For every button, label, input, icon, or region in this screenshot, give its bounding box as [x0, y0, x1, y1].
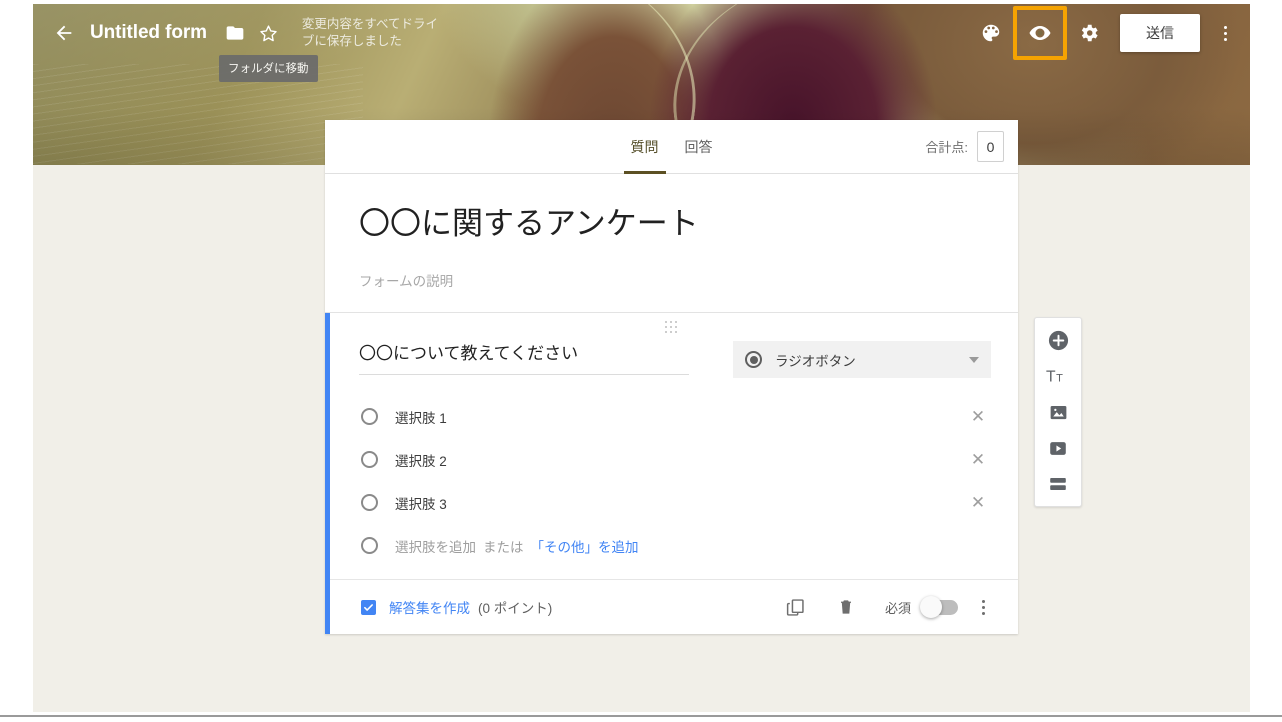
question-footer: 解答集を作成 (0 ポイント): [330, 579, 1018, 634]
svg-text:T: T: [1056, 373, 1063, 385]
tab-questions[interactable]: 質問: [618, 120, 672, 174]
window-bottom-divider: [0, 715, 1282, 717]
add-question-icon[interactable]: [1038, 325, 1078, 355]
duplicate-icon[interactable]: [779, 590, 813, 624]
add-title-icon[interactable]: T T: [1038, 361, 1078, 391]
radio-circle-icon: [361, 494, 378, 511]
gear-icon[interactable]: [1072, 16, 1106, 50]
answer-key-label[interactable]: 解答集を作成: [389, 597, 470, 617]
form-editor-card: 質問 回答 合計点: 0 〇〇に関するアンケート フォームの説明: [325, 120, 1018, 634]
total-points-value[interactable]: 0: [977, 131, 1004, 162]
eye-preview-icon[interactable]: [1023, 16, 1057, 50]
preview-button-highlight: [1013, 6, 1067, 60]
option-label[interactable]: 選択肢 2: [395, 450, 447, 470]
top-app-bar: Untitled form 変更内容をすべてドライブに保存しました: [33, 4, 1250, 62]
option-row[interactable]: 選択肢 1 ✕: [361, 395, 1018, 438]
tab-responses[interactable]: 回答: [672, 120, 726, 174]
answer-key-checkbox[interactable]: [361, 600, 376, 615]
add-section-icon[interactable]: [1038, 469, 1078, 499]
form-title-input[interactable]: 〇〇に関するアンケート: [359, 202, 984, 246]
send-button[interactable]: 送信: [1120, 14, 1200, 52]
save-status-text: 変更内容をすべてドライブに保存しました: [302, 16, 442, 50]
answer-key-group[interactable]: 解答集を作成 (0 ポイント): [361, 597, 552, 617]
question-more-options-icon[interactable]: [970, 592, 996, 622]
top-bar-actions: 送信: [974, 6, 1250, 60]
radio-circle-icon: [361, 537, 378, 554]
tab-bar: 質問 回答 合計点: 0: [325, 120, 1018, 174]
option-row[interactable]: 選択肢 3 ✕: [361, 481, 1018, 524]
star-icon[interactable]: [252, 16, 286, 50]
answer-key-points: (0 ポイント): [478, 597, 552, 617]
remove-option-icon[interactable]: ✕: [966, 408, 990, 425]
option-list: 選択肢 1 ✕ 選択肢 2 ✕ 選択肢 3 ✕: [330, 378, 1018, 579]
drag-handle-icon[interactable]: [665, 321, 683, 331]
radio-circle-icon: [361, 408, 378, 425]
add-video-icon[interactable]: [1038, 433, 1078, 463]
required-toggle[interactable]: [921, 600, 958, 615]
question-type-select[interactable]: ラジオボタン: [733, 341, 991, 378]
add-option-or-text: または: [483, 536, 524, 556]
radio-circle-icon: [361, 451, 378, 468]
add-item-toolbar: T T: [1034, 317, 1082, 507]
question-title-input[interactable]: 〇〇について教えてください: [359, 339, 689, 375]
add-other-option-link[interactable]: 「その他」を追加: [531, 536, 639, 556]
form-description-input[interactable]: フォームの説明: [359, 270, 984, 290]
kebab-dot: [1224, 32, 1227, 35]
chevron-down-icon: [969, 357, 979, 363]
question-footer-actions: 必須: [779, 590, 996, 624]
app-frame: Untitled form 変更内容をすべてドライブに保存しました: [33, 4, 1250, 712]
folder-tooltip: フォルダに移動: [219, 55, 318, 82]
app-screen: Untitled form 変更内容をすべてドライブに保存しました: [0, 0, 1282, 722]
remove-option-icon[interactable]: ✕: [966, 494, 990, 511]
folder-icon[interactable]: [218, 16, 252, 50]
option-label[interactable]: 選択肢 3: [395, 493, 447, 513]
option-row[interactable]: 選択肢 2 ✕: [361, 438, 1018, 481]
required-toggle-label: 必須: [885, 598, 911, 617]
question-card[interactable]: 〇〇について教えてください ラジオボタン 選択肢 1 ✕: [325, 313, 1018, 634]
trash-icon[interactable]: [829, 590, 863, 624]
svg-text:T: T: [1046, 369, 1056, 386]
radio-button-icon: [745, 351, 762, 368]
tab-group: 質問 回答: [618, 120, 726, 174]
total-points-group: 合計点: 0: [925, 131, 1018, 162]
question-type-label: ラジオボタン: [775, 350, 856, 370]
more-options-icon[interactable]: [1212, 18, 1238, 48]
palette-icon[interactable]: [974, 16, 1008, 50]
option-label[interactable]: 選択肢 1: [395, 407, 447, 427]
kebab-dot: [1224, 26, 1227, 29]
back-arrow-icon[interactable]: [47, 16, 81, 50]
form-title-block: 〇〇に関するアンケート フォームの説明: [325, 174, 1018, 313]
form-title-text[interactable]: Untitled form: [90, 22, 207, 44]
remove-option-icon[interactable]: ✕: [966, 451, 990, 468]
add-option-link[interactable]: 選択肢を追加: [395, 536, 476, 556]
kebab-dot: [1224, 38, 1227, 41]
add-image-icon[interactable]: [1038, 397, 1078, 427]
total-points-label: 合計点:: [925, 137, 968, 156]
add-option-row[interactable]: 選択肢を追加 または 「その他」を追加: [361, 524, 1018, 567]
